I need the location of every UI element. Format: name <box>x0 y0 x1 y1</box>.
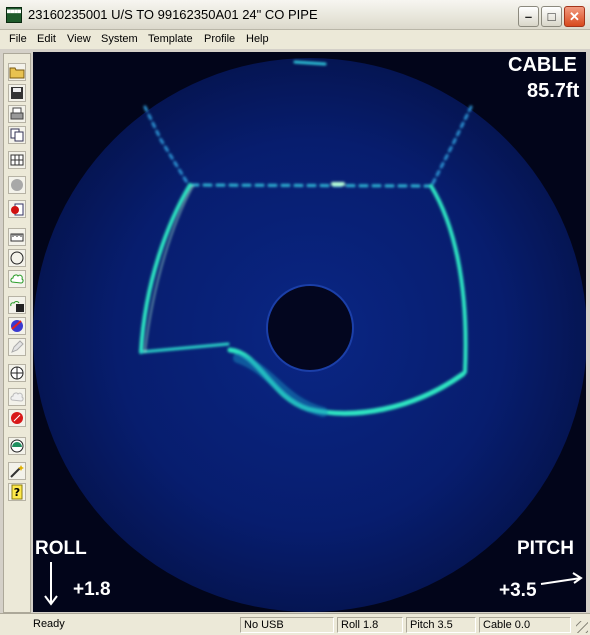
status-pitch: Pitch 3.5 <box>406 617 476 633</box>
help-button[interactable]: ? <box>8 483 26 501</box>
pitch-value: +3.5 <box>499 580 537 601</box>
title-bar: ■■■■ 23160235001 U/S TO 99162350A01 24" … <box>0 0 590 30</box>
circle-template-icon <box>10 251 24 265</box>
maximize-button[interactable]: □ <box>541 6 562 27</box>
grid-icon <box>10 154 24 166</box>
minimize-button[interactable]: – <box>518 6 539 27</box>
help-icon: ? <box>11 484 23 500</box>
open-button[interactable] <box>8 63 26 81</box>
roll-label: ROLL <box>35 538 87 559</box>
open-folder-icon <box>9 67 25 79</box>
pencil-icon <box>11 340 24 353</box>
record-icon <box>11 203 24 216</box>
status-roll: Roll 1.8 <box>337 617 403 633</box>
sonar-profile-scan <box>33 52 586 612</box>
minimize-icon: – <box>524 9 533 24</box>
wand-button[interactable] <box>8 462 26 480</box>
cloud-button[interactable] <box>8 270 26 288</box>
cloud-icon <box>10 274 24 284</box>
roll-arrow-icon <box>44 562 58 606</box>
roll-value: +1.8 <box>73 579 111 600</box>
cable-label: CABLE <box>508 54 577 76</box>
maximize-icon: □ <box>547 9 556 24</box>
svg-text:?: ? <box>14 486 20 499</box>
save-button[interactable] <box>8 84 26 102</box>
stop-button[interactable] <box>8 409 26 427</box>
pitch-label: PITCH <box>517 538 574 559</box>
gauge-icon <box>10 439 24 453</box>
menu-profile[interactable]: Profile <box>204 33 235 45</box>
save-profile-icon <box>10 301 24 312</box>
menu-edit[interactable]: Edit <box>37 33 56 45</box>
gray-circle-icon <box>11 179 23 191</box>
pipe-app-icon[interactable]: ■■■■ <box>6 7 22 23</box>
window-title: 23160235001 U/S TO 99162350A01 24" CO PI… <box>28 7 318 22</box>
print-icon <box>10 107 24 120</box>
close-icon: ✕ <box>569 9 580 24</box>
menu-view[interactable]: View <box>67 33 91 45</box>
print-button[interactable] <box>8 105 26 123</box>
sphere-icon <box>11 320 23 332</box>
menu-file[interactable]: File <box>9 33 27 45</box>
save-profile-button[interactable] <box>8 296 26 314</box>
menu-system[interactable]: System <box>101 33 138 45</box>
status-cable: Cable 0.0 <box>479 617 571 633</box>
circle-template-button[interactable] <box>8 249 26 267</box>
copy-icon <box>10 128 24 142</box>
copy-button[interactable] <box>8 126 26 144</box>
cable-distance: 85.7ft <box>527 80 580 102</box>
gauge-button[interactable] <box>8 437 26 455</box>
resize-grip-icon[interactable] <box>576 621 588 633</box>
cloud-disabled-button[interactable] <box>8 388 26 406</box>
record-button[interactable] <box>8 200 26 218</box>
pencil-button[interactable] <box>8 338 26 356</box>
ruler-button[interactable] <box>8 228 26 246</box>
status-bar: Ready No USB Roll 1.8 Pitch 3.5 Cable 0.… <box>0 613 590 635</box>
cloud-disabled-icon <box>10 392 24 402</box>
pitch-arrow-icon <box>540 572 583 585</box>
red-stop-icon <box>11 412 23 424</box>
sonar-viewer[interactable]: CABLE 85.7ft ROLL +1.8 PITCH +3.5 <box>33 52 586 612</box>
tool-strip: ? <box>3 53 31 613</box>
status-ready: Ready <box>33 618 65 630</box>
save-icon <box>11 87 23 99</box>
probe-center <box>266 284 354 372</box>
menu-help[interactable]: Help <box>246 33 269 45</box>
compass-button[interactable] <box>8 364 26 382</box>
status-usb: No USB <box>240 617 334 633</box>
grid-button[interactable] <box>8 151 26 169</box>
ruler-icon <box>10 233 24 242</box>
menu-bar: File Edit View System Template Profile H… <box>0 30 590 49</box>
menu-template[interactable]: Template <box>148 33 193 45</box>
gray-circle-button[interactable] <box>8 176 26 194</box>
compass-icon <box>10 366 24 380</box>
close-button[interactable]: ✕ <box>564 6 585 27</box>
sphere-button[interactable] <box>8 317 26 335</box>
wand-icon <box>10 465 24 478</box>
